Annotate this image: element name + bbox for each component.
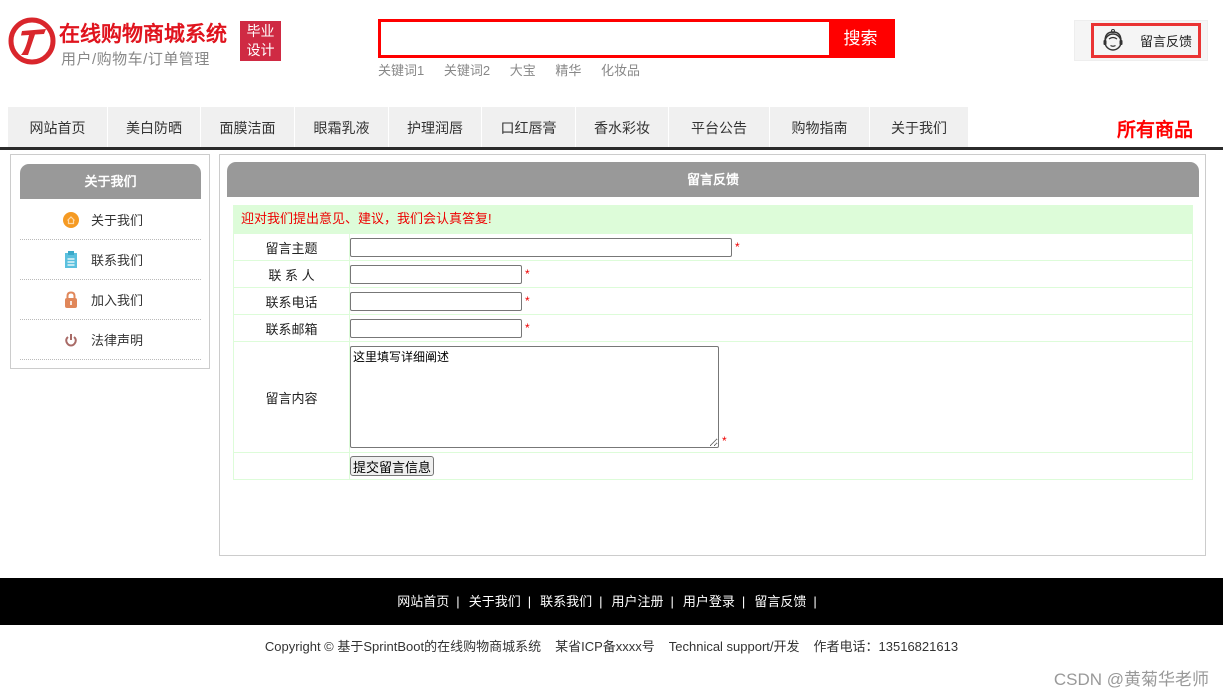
form-row-email: 联系邮箱 * (233, 314, 1193, 342)
graduation-badge: 毕业 设计 (240, 21, 281, 61)
search-button[interactable]: 搜索 (829, 19, 892, 58)
feedback-button[interactable]: 留言反馈 (1091, 23, 1201, 58)
nav-items: 网站首页 美白防晒 面膜洁面 眼霜乳液 护理润唇 口红唇膏 香水彩妆 平台公告 … (8, 107, 969, 147)
sidebar-item-legal[interactable]: 法律声明 (20, 320, 201, 360)
customer-service-icon (1103, 28, 1123, 51)
email-label: 联系邮箱 (233, 314, 350, 342)
nav-item-about[interactable]: 关于我们 (870, 107, 969, 147)
hot-keywords: 关键词1 关键词2 大宝 精华 化妆品 (378, 60, 656, 79)
contact-input[interactable] (350, 264, 522, 284)
site-title: 在线购物商城系统 (59, 23, 227, 46)
badge-line-2: 设计 (246, 42, 275, 58)
content-label: 留言内容 (233, 341, 350, 453)
site-subtitle: 用户/购物车/订单管理 (61, 51, 210, 68)
footer-link-login[interactable]: 用户登录 (683, 594, 735, 609)
copyright-bar: Copyright © 基于SprintBoot的在线购物商城系统 某省ICP备x… (0, 636, 1223, 655)
footer-link-home[interactable]: 网站首页 (397, 594, 449, 609)
footer-link-register[interactable]: 用户注册 (612, 594, 664, 609)
sidebar-item-join[interactable]: 加入我们 (20, 280, 201, 320)
required-mark: * (525, 294, 530, 308)
footer-nav: 网站首页 | 关于我们 | 联系我们 | 用户注册 | 用户登录 | 留言反馈 | (0, 578, 1223, 625)
nav-item-announcement[interactable]: 平台公告 (669, 107, 770, 147)
logo-icon[interactable] (8, 17, 56, 65)
footer-separator: | (599, 594, 603, 609)
sidebar-item-contact[interactable]: 联系我们 (20, 240, 201, 280)
home-icon (62, 211, 80, 229)
keyword-link[interactable]: 关键词2 (444, 63, 490, 78)
search-box: 搜索 (378, 19, 895, 58)
nav-item-perfume[interactable]: 香水彩妆 (576, 107, 669, 147)
sidebar-list: 关于我们 联系我们 加入我们 法律声明 (20, 200, 201, 360)
email-input[interactable] (350, 318, 522, 338)
form-row-content: 留言内容 这里填写详细阐述* (233, 341, 1193, 453)
badge-line-1: 毕业 (246, 23, 275, 39)
form-row-submit: 提交留言信息 (233, 452, 1193, 480)
keyword-link[interactable]: 关键词1 (378, 63, 424, 78)
nav-item-whitening[interactable]: 美白防晒 (108, 107, 201, 147)
footer-separator: | (527, 594, 532, 609)
required-mark: * (735, 240, 740, 254)
icp-text: 某省ICP备xxxx号 (555, 639, 655, 654)
notice-message: 迎对我们提出意见、建议，我们会认真答复! (233, 205, 1193, 233)
keyword-link[interactable]: 精华 (555, 63, 581, 78)
feedback-area: 留言反馈 (1074, 20, 1208, 61)
footer-link-feedback[interactable]: 留言反馈 (754, 594, 806, 609)
footer-separator: | (741, 594, 746, 609)
contact-label: 联 系 人 (233, 260, 350, 288)
feedback-panel: 留言反馈 迎对我们提出意见、建议，我们会认真答复! 留言主题 * 联 系 人 *… (219, 154, 1206, 556)
main-nav: 网站首页 美白防晒 面膜洁面 眼霜乳液 护理润唇 口红唇膏 香水彩妆 平台公告 … (0, 107, 1223, 150)
required-mark: * (525, 321, 530, 335)
nav-item-mask[interactable]: 面膜洁面 (201, 107, 295, 147)
sidebar-item-label: 加入我们 (91, 293, 144, 308)
subject-input[interactable] (350, 237, 732, 257)
footer-link-about[interactable]: 关于我们 (469, 594, 521, 609)
copyright-text: Copyright © 基于SprintBoot的在线购物商城系统 (264, 639, 542, 654)
phone-label: 联系电话 (233, 287, 350, 315)
watermark: CSDN @黄菊华老师 (1053, 670, 1209, 689)
footer-separator: | (670, 594, 674, 609)
sidebar-item-about[interactable]: 关于我们 (20, 200, 201, 240)
author-phone: 作者电话：13516821613 (813, 639, 959, 654)
nav-item-lip-care[interactable]: 护理润唇 (389, 107, 482, 147)
form-row-contact: 联 系 人 * (233, 260, 1193, 288)
phone-input[interactable] (350, 291, 522, 311)
content-textarea[interactable]: 这里填写详细阐述 (350, 346, 719, 448)
sidebar-item-label: 法律声明 (91, 333, 144, 348)
feedback-form: 留言主题 * 联 系 人 * 联系电话 * 联系邮箱 * 留言内容 这里填写详细… (233, 233, 1193, 480)
submit-button[interactable]: 提交留言信息 (350, 456, 435, 476)
nav-item-shopping-guide[interactable]: 购物指南 (770, 107, 870, 147)
keyword-link[interactable]: 化妆品 (601, 63, 640, 78)
nav-item-lipstick[interactable]: 口红唇膏 (482, 107, 576, 147)
footer-link-contact[interactable]: 联系我们 (540, 594, 592, 609)
panel-title: 留言反馈 (227, 162, 1199, 197)
nav-item-home[interactable]: 网站首页 (8, 107, 108, 147)
form-row-phone: 联系电话 * (233, 287, 1193, 315)
keyword-link[interactable]: 大宝 (510, 63, 536, 78)
support-text: Technical support/开发 (668, 639, 800, 654)
lock-icon (62, 291, 80, 309)
required-mark: * (722, 434, 727, 448)
search-input[interactable] (381, 22, 833, 55)
power-icon (62, 331, 80, 349)
sidebar-item-label: 关于我们 (91, 213, 144, 228)
sidebar: 关于我们 关于我们 联系我们 加入我们 法律声明 (10, 154, 210, 369)
sidebar-title: 关于我们 (20, 164, 201, 199)
site-header: 在线购物商城系统 用户/购物车/订单管理 毕业 设计 搜索 关键词1 关键词2 … (0, 0, 1223, 100)
feedback-label: 留言反馈 (1140, 34, 1193, 49)
all-products-link[interactable]: 所有商品 (1117, 115, 1193, 142)
footer-separator: | (813, 594, 817, 609)
required-mark: * (525, 267, 530, 281)
footer-separator: | (456, 594, 460, 609)
clipboard-icon (62, 251, 80, 269)
sidebar-item-label: 联系我们 (91, 253, 144, 268)
form-row-subject: 留言主题 * (233, 233, 1193, 261)
subject-label: 留言主题 (233, 233, 350, 261)
nav-item-eye-cream[interactable]: 眼霜乳液 (295, 107, 389, 147)
